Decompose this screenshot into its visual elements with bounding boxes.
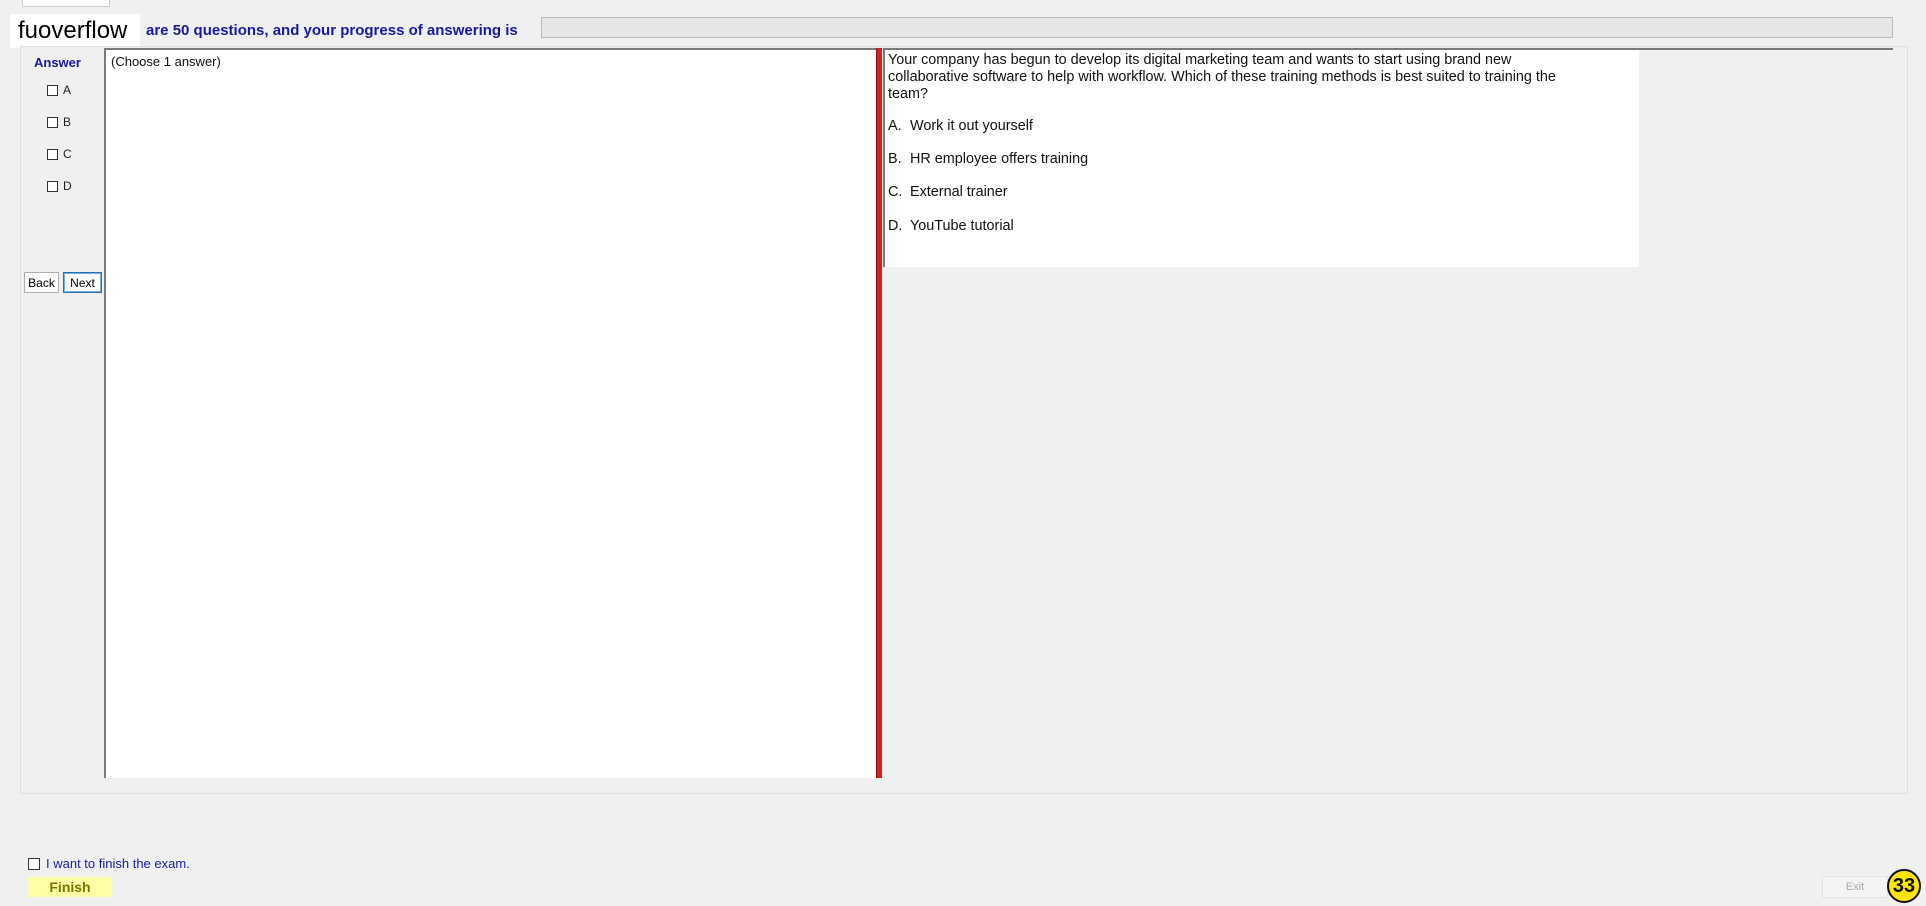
brand-label: fuoverflow xyxy=(10,14,140,48)
answer-c-label: C xyxy=(63,147,72,161)
answer-a-checkbox[interactable] xyxy=(47,84,58,96)
finish-exam-check[interactable]: I want to finish the exam. xyxy=(28,856,190,871)
choice-c-text: External trainer xyxy=(910,184,1008,200)
answer-option-c[interactable]: C xyxy=(47,146,72,162)
back-button[interactable]: Back xyxy=(24,272,59,293)
choice-c: C. External trainer xyxy=(888,184,1008,200)
answer-option-b[interactable]: B xyxy=(47,114,71,130)
progress-bar xyxy=(541,17,1893,38)
choice-b: B. HR employee offers training xyxy=(888,151,1088,167)
answer-b-label: B xyxy=(63,115,72,129)
answer-c-checkbox[interactable] xyxy=(47,148,58,160)
notes-panel[interactable]: (Choose 1 answer) xyxy=(104,48,876,778)
choice-d-letter: D. xyxy=(888,218,903,234)
answer-a-label: A xyxy=(63,83,72,97)
finish-exam-label: I want to finish the exam. xyxy=(46,856,190,871)
choice-d-text: YouTube tutorial xyxy=(910,218,1014,234)
choice-c-letter: C. xyxy=(888,184,903,200)
panel-splitter[interactable] xyxy=(876,48,882,778)
choice-a-letter: A. xyxy=(888,118,902,134)
choose-instruction: (Choose 1 answer) xyxy=(111,54,221,69)
question-text: Your company has begun to develop its di… xyxy=(888,52,1556,102)
progress-text: are 50 questions, and your progress of a… xyxy=(146,22,518,39)
answer-title: Answer xyxy=(34,55,81,70)
top-tab xyxy=(22,0,110,7)
finish-button[interactable]: Finish xyxy=(28,877,112,897)
answer-option-d[interactable]: D xyxy=(47,178,72,194)
divider xyxy=(1639,48,1893,50)
next-button[interactable]: Next xyxy=(63,272,102,293)
choice-a-text: Work it out yourself xyxy=(910,118,1033,134)
choice-b-letter: B. xyxy=(888,151,902,167)
choice-b-text: HR employee offers training xyxy=(910,151,1089,167)
answer-b-checkbox[interactable] xyxy=(47,116,58,128)
choice-d: D. YouTube tutorial xyxy=(888,218,1014,234)
question-panel: Your company has begun to develop its di… xyxy=(883,48,1639,267)
exit-button[interactable]: Exit xyxy=(1822,876,1888,898)
answer-d-label: D xyxy=(63,179,72,193)
choice-a: A. Work it out yourself xyxy=(888,118,1033,134)
finish-exam-checkbox[interactable] xyxy=(28,857,40,870)
answer-option-a[interactable]: A xyxy=(47,82,71,98)
question-number-badge: 33 xyxy=(1887,869,1921,903)
answer-d-checkbox[interactable] xyxy=(47,180,58,192)
